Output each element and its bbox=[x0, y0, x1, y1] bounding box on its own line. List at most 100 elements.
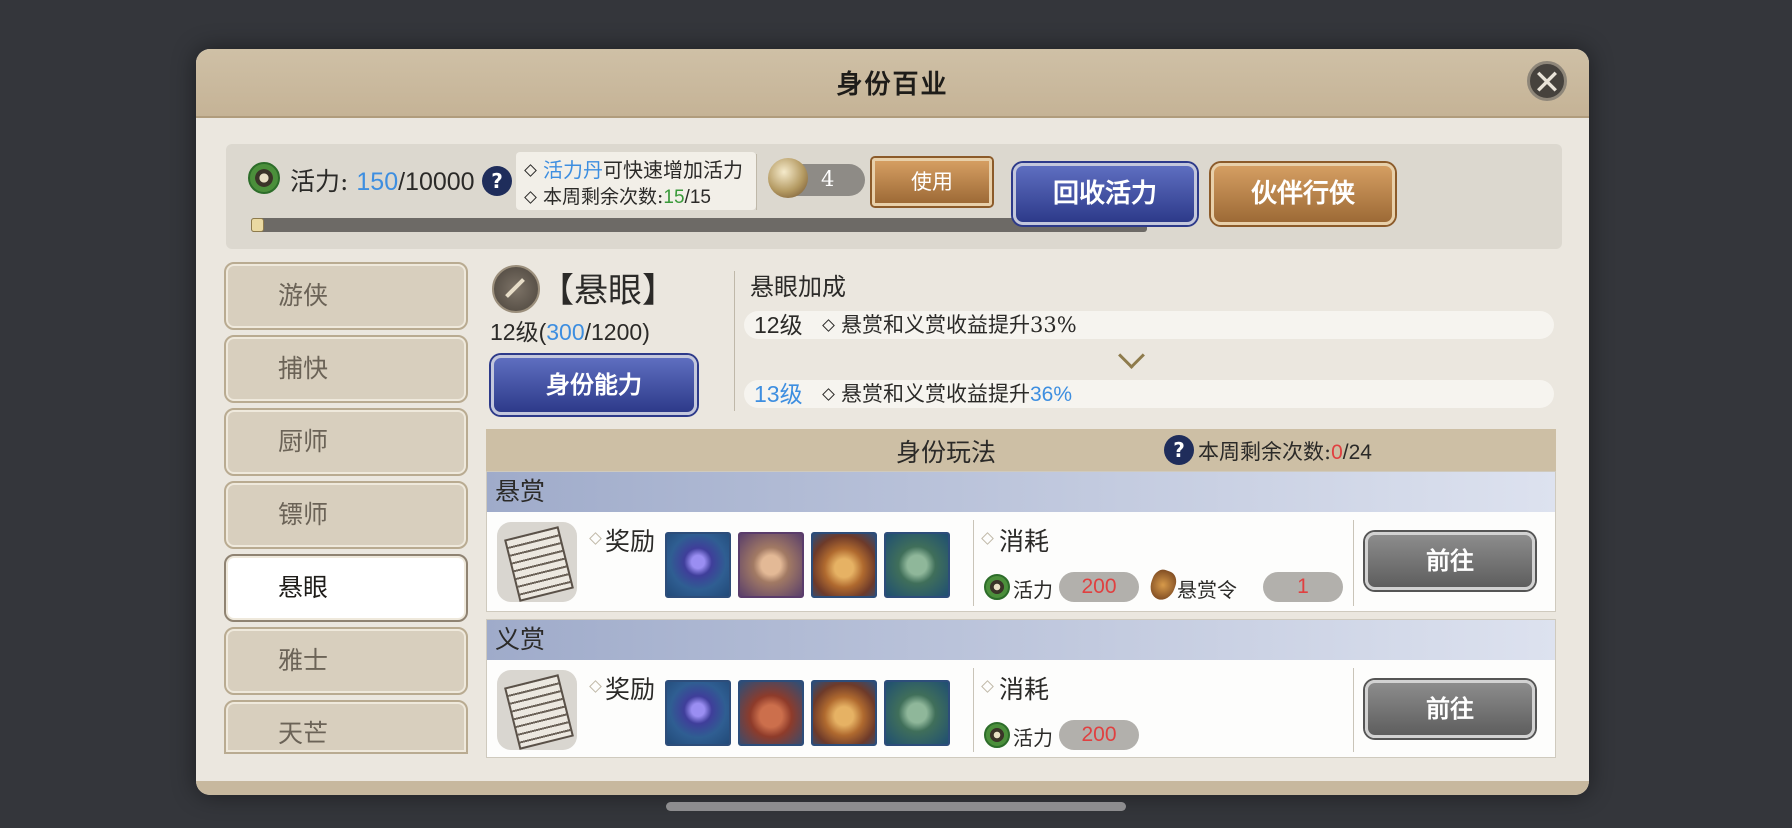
reward-box-icon[interactable] bbox=[738, 680, 804, 746]
next-bonus-label: 悬赏和义赏收益提升 bbox=[841, 382, 1030, 406]
identity-dialog: 身份百业 ✕ 活力: 150/10000 ? 活力丹可快速增加活力 本周剩余次数… bbox=[196, 49, 1589, 795]
use-button[interactable]: 使用 bbox=[872, 158, 992, 206]
sidebar-item-label: 捕快 bbox=[278, 354, 329, 383]
close-icon[interactable]: ✕ bbox=[1527, 61, 1567, 102]
reward-jade-token-icon[interactable] bbox=[884, 532, 950, 598]
partner-button[interactable]: 伙伴行侠 bbox=[1211, 163, 1395, 225]
play-remaining-label: 本周剩余次数: bbox=[1198, 440, 1332, 464]
reward-chest-icon[interactable] bbox=[811, 532, 877, 598]
home-indicator[interactable] bbox=[666, 802, 1126, 811]
tip-line1-text: 可快速增加活力 bbox=[603, 158, 743, 182]
bonus-title: 悬眼加成 bbox=[750, 273, 846, 301]
bounty-scroll-icon bbox=[497, 522, 577, 602]
play-remaining-used: 0 bbox=[1331, 441, 1343, 464]
card-title: 悬赏 bbox=[487, 472, 1555, 512]
reclaim-energy-button[interactable]: 回收活力 bbox=[1013, 163, 1197, 225]
sidebar-item-tianmang[interactable]: 天芒 bbox=[224, 700, 468, 754]
energy-label: 活力: bbox=[290, 167, 349, 196]
diamond-icon bbox=[981, 680, 994, 693]
card-divider bbox=[973, 520, 974, 606]
reward-butterfly-icon[interactable] bbox=[665, 680, 731, 746]
sidebar-item-xuanyan[interactable]: 悬眼 bbox=[224, 554, 468, 622]
sidebar-item-label: 悬眼 bbox=[278, 573, 329, 602]
energy-progress-fill bbox=[251, 218, 265, 232]
tip-pill-name[interactable]: 活力丹 bbox=[543, 158, 603, 182]
level-prefix: 12级( bbox=[490, 319, 547, 345]
diamond-icon bbox=[981, 532, 994, 545]
current-bonus-row: 12级 悬赏和义赏收益提升33% bbox=[744, 311, 1554, 339]
sidebar-item-label: 天芒 bbox=[278, 719, 329, 748]
cost-label: 消耗 bbox=[999, 675, 1050, 704]
energy-cost-label: 活力 bbox=[1013, 578, 1053, 602]
sidebar-item-chushi[interactable]: 厨师 bbox=[224, 408, 468, 476]
token-cost-value: 1 bbox=[1263, 572, 1343, 602]
tip-line-2: 本周剩余次数:15/15 bbox=[524, 182, 711, 209]
level-exp-total: /1200 bbox=[584, 319, 643, 345]
play-help-icon[interactable]: ? bbox=[1164, 435, 1194, 465]
card-divider bbox=[1353, 668, 1354, 752]
reward-document-icon[interactable] bbox=[738, 532, 804, 598]
energy-help-icon[interactable]: ? bbox=[482, 166, 512, 196]
dialog-title: 身份百业 bbox=[836, 70, 949, 100]
next-bonus-row: 13级 悬赏和义赏收益提升36% bbox=[744, 380, 1554, 408]
energy-pill-icon bbox=[768, 158, 808, 198]
diamond-icon bbox=[589, 532, 602, 545]
diamond-icon bbox=[524, 190, 537, 204]
diamond-icon bbox=[822, 319, 835, 332]
play-remaining: 本周剩余次数:0/24 bbox=[1198, 436, 1372, 466]
play-header: 身份玩法 ? 本周剩余次数:0/24 bbox=[486, 429, 1556, 471]
card-divider bbox=[1353, 520, 1354, 606]
sidebar-item-yashi[interactable]: 雅士 bbox=[224, 627, 468, 695]
next-bonus-level: 13级 bbox=[754, 381, 803, 407]
tip-line-1: 活力丹可快速增加活力 bbox=[524, 154, 743, 183]
current-bonus-level: 12级 bbox=[754, 312, 803, 338]
sidebar-item-bukuai[interactable]: 捕快 bbox=[224, 335, 468, 403]
diamond-icon bbox=[589, 680, 602, 693]
card-title: 义赏 bbox=[487, 620, 1555, 660]
reward-scroll-icon bbox=[497, 670, 577, 750]
dialog-bottom-strip bbox=[196, 781, 1589, 795]
cost-label: 消耗 bbox=[999, 527, 1050, 556]
sidebar-item-label: 镖师 bbox=[278, 500, 329, 529]
identity-name: 【悬眼】 bbox=[540, 271, 676, 311]
tip-divider bbox=[756, 154, 757, 210]
energy-icon bbox=[248, 162, 280, 194]
tip-remaining-label: 本周剩余次数: bbox=[543, 186, 664, 208]
current-bonus-value: 悬赏和义赏收益提升33% bbox=[841, 313, 1077, 337]
level-exp: 300 bbox=[546, 319, 585, 345]
energy-panel: 活力: 150/10000 ? 活力丹可快速增加活力 本周剩余次数:15/15 … bbox=[226, 144, 1562, 249]
bounty-card: 悬赏 奖励 消耗 活力 200 悬赏令 1 前往 bbox=[486, 471, 1556, 612]
energy-readout: 活力: 150/10000 bbox=[290, 162, 475, 198]
righteous-reward-card: 义赏 奖励 消耗 活力 200 前往 bbox=[486, 619, 1556, 758]
reward-chest-icon[interactable] bbox=[811, 680, 877, 746]
energy-cost-label: 活力 bbox=[1013, 726, 1053, 750]
energy-max: /10000 bbox=[398, 168, 475, 196]
token-label: 悬赏令 bbox=[1177, 578, 1237, 602]
card-divider bbox=[973, 668, 974, 752]
righteous-go-button[interactable]: 前往 bbox=[1365, 680, 1535, 738]
sidebar-item-label: 厨师 bbox=[278, 427, 329, 456]
reward-label: 奖励 bbox=[605, 675, 656, 704]
identity-icon bbox=[492, 265, 540, 313]
item-count: 4 bbox=[821, 167, 835, 191]
energy-icon bbox=[984, 574, 1010, 600]
sidebar-item-biaoshi[interactable]: 镖师 bbox=[224, 481, 468, 549]
energy-cost-value: 200 bbox=[1059, 572, 1139, 602]
identity-divider bbox=[734, 271, 735, 411]
reward-butterfly-icon[interactable] bbox=[665, 532, 731, 598]
bounty-go-button[interactable]: 前往 bbox=[1365, 532, 1535, 590]
tip-remaining-total: /15 bbox=[684, 187, 711, 208]
chevron-down-icon bbox=[1118, 342, 1145, 369]
sidebar-item-youxia[interactable]: 游侠 bbox=[224, 262, 468, 330]
energy-progress-bar bbox=[251, 218, 1147, 232]
next-bonus-text: 悬赏和义赏收益提升36% bbox=[822, 380, 1072, 409]
diamond-icon bbox=[822, 388, 835, 401]
tip-remaining-used: 15 bbox=[663, 187, 685, 208]
reward-jade-token-icon[interactable] bbox=[884, 680, 950, 746]
bounty-token-icon bbox=[1146, 566, 1180, 604]
current-bonus-text: 悬赏和义赏收益提升33% bbox=[822, 311, 1077, 339]
next-bonus-value: 36% bbox=[1030, 383, 1073, 406]
energy-icon bbox=[984, 722, 1010, 748]
title-bar: 身份百业 ✕ bbox=[196, 49, 1589, 118]
identity-ability-button[interactable]: 身份能力 bbox=[491, 355, 697, 415]
